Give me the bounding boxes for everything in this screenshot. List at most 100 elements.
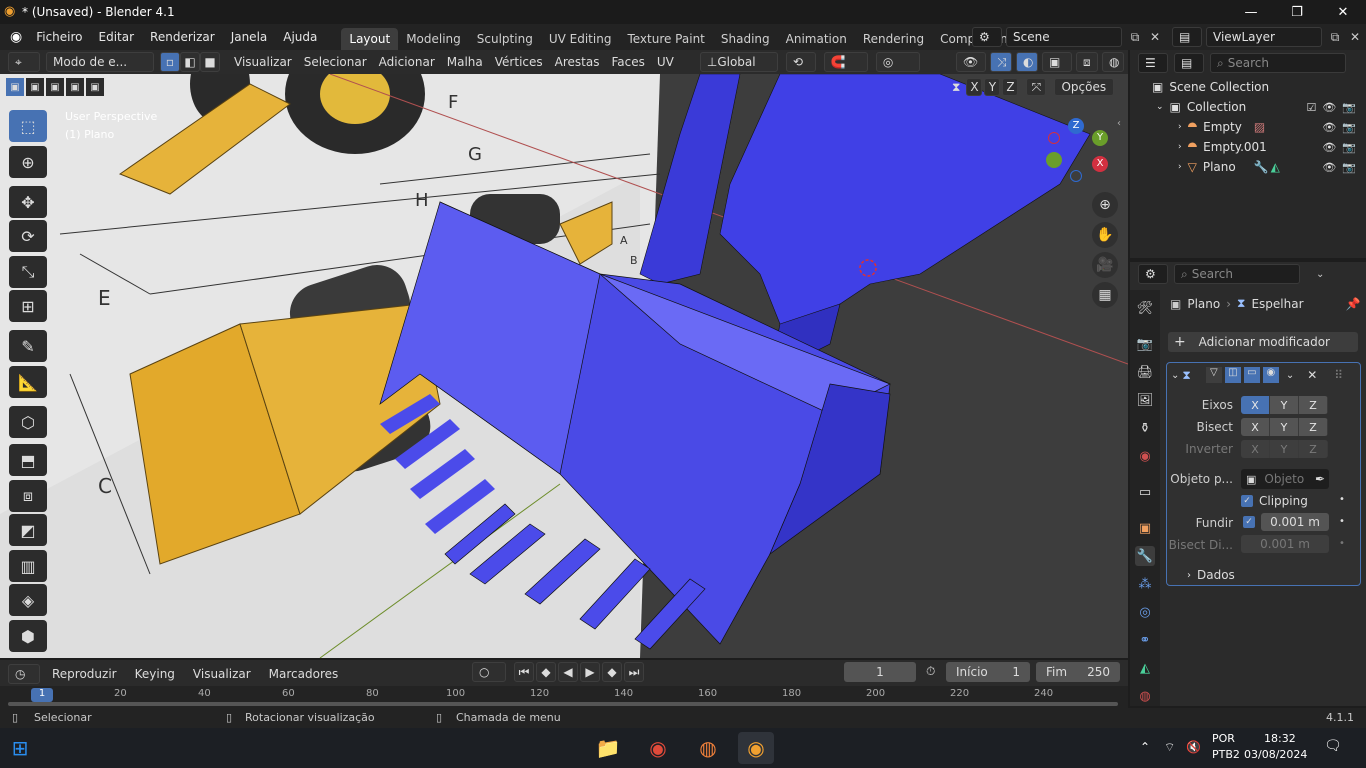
outliner-editor-icon[interactable]: ☰ — [1138, 53, 1168, 73]
prev-keyframe-icon[interactable]: ◆ — [536, 662, 556, 682]
poly-build-tool-icon[interactable]: ⬢ — [9, 620, 47, 652]
mirror-object-field[interactable]: ▣ Objeto ✒ — [1241, 469, 1329, 489]
clipping-checkbox[interactable]: ✓ — [1241, 495, 1253, 507]
render-tab-icon[interactable]: 📷 — [1135, 334, 1155, 354]
extrude-tool-icon[interactable]: ⬒ — [9, 444, 47, 476]
bisect-z-button[interactable]: Z — [1299, 418, 1328, 436]
tab-shading[interactable]: Shading — [713, 28, 778, 50]
clock-date[interactable]: 03/08/2024 — [1244, 748, 1307, 761]
constraints-tab-icon[interactable]: ⚭ — [1135, 630, 1155, 650]
gizmo-y-axis[interactable]: Y — [1092, 130, 1108, 146]
options-dropdown[interactable]: Opções — [1054, 78, 1115, 96]
3d-viewport[interactable]: F G H E C A B User Perspective (1) Plano… — [0, 74, 1128, 658]
camera-render-icon[interactable]: 📷 — [1342, 141, 1356, 154]
eye-icon[interactable]: 👁 — [1322, 161, 1336, 174]
eyedropper-icon[interactable]: ✒ — [1315, 472, 1325, 486]
view-layer-icon[interactable]: ▤ — [1172, 27, 1202, 47]
timeline-editor-icon[interactable]: ◷ — [8, 664, 40, 684]
edit-cage-icon[interactable]: ▽ — [1205, 367, 1222, 383]
menu-editar[interactable]: Editar — [91, 24, 143, 50]
menu-visualizar-timeline[interactable]: Visualizar — [187, 662, 257, 686]
annotate-tool-icon[interactable]: ✎ — [9, 330, 47, 362]
inverter-z-button[interactable]: Z — [1299, 440, 1328, 458]
menu-visualizar[interactable]: Visualizar — [228, 50, 298, 74]
clock-time[interactable]: 18:32 — [1264, 732, 1296, 745]
transform-orientation-dropdown[interactable]: ⊥ Global — [699, 52, 778, 72]
outliner-collection[interactable]: ⌄ ▣ Collection ☑ 👁 📷 — [1130, 97, 1366, 117]
camera-render-icon[interactable]: 📷 — [1342, 161, 1356, 174]
eixos-y-button[interactable]: Y — [1270, 396, 1299, 414]
tab-uv-editing[interactable]: UV Editing — [541, 28, 620, 50]
knife-tool-icon[interactable]: ◈ — [9, 584, 47, 616]
auto-merge-icon[interactable]: ⤧ — [1026, 78, 1047, 96]
proportional-edit-icon[interactable]: ◎ — [875, 52, 920, 72]
scene-tab-icon[interactable]: ⚱ — [1135, 418, 1155, 438]
mode-dropdown[interactable]: Modo de e... — [46, 52, 154, 72]
select-extend-icon[interactable]: ▣ — [26, 78, 44, 96]
checkbox-icon[interactable]: ☑ — [1306, 101, 1316, 114]
menu-faces[interactable]: Faces — [605, 50, 650, 74]
edge-select-icon[interactable]: ◧ — [180, 52, 200, 72]
mirror-x-button[interactable]: X — [966, 78, 983, 96]
loop-cut-tool-icon[interactable]: ▥ — [9, 550, 47, 582]
tab-sculpting[interactable]: Sculpting — [469, 28, 541, 50]
menu-ajuda[interactable]: Ajuda — [275, 24, 325, 50]
expand-empty-001-icon[interactable]: › — [1178, 142, 1182, 152]
cursor-tool-icon[interactable]: ⊕ — [9, 146, 47, 178]
remove-scene-icon[interactable]: ✕ — [1148, 27, 1162, 47]
remove-modifier-icon[interactable]: ✕ — [1307, 368, 1317, 382]
overlay-icon[interactable]: ◐ — [1016, 52, 1038, 72]
fundir-value-field[interactable]: 0.001 m — [1261, 513, 1329, 531]
viewport-display-icon[interactable]: ▭ — [1243, 367, 1260, 383]
visibility-icon[interactable]: 👁 — [956, 52, 986, 72]
bevel-tool-icon[interactable]: ◩ — [9, 514, 47, 546]
bisect-keyframe-icon[interactable]: • — [1339, 538, 1345, 549]
select-subtract-icon[interactable]: ▣ — [46, 78, 64, 96]
properties-options-icon[interactable]: ⌄ — [1316, 269, 1324, 280]
menu-arestas[interactable]: Arestas — [549, 50, 606, 74]
stopwatch-icon[interactable]: ⏱ — [926, 664, 935, 679]
rotate-tool-icon[interactable]: ⟳ — [9, 220, 47, 252]
menu-uv[interactable]: UV — [651, 50, 680, 74]
camera-icon[interactable]: 🎥 — [1092, 252, 1118, 278]
select-new-icon[interactable]: ▣ — [6, 78, 24, 96]
eye-icon[interactable]: 👁 — [1322, 141, 1336, 154]
select-invert-icon[interactable]: ▣ — [66, 78, 84, 96]
navigation-gizmo[interactable]: Z Y X — [1040, 118, 1116, 188]
play-icon[interactable]: ▶ — [580, 662, 600, 682]
zoom-icon[interactable]: ⊕ — [1092, 192, 1118, 218]
material-tab-icon[interactable]: ◍ — [1135, 686, 1155, 706]
play-reverse-icon[interactable]: ◀ — [558, 662, 578, 682]
view-layer-field[interactable]: ViewLayer — [1206, 27, 1322, 47]
bisect-y-button[interactable]: Y — [1270, 418, 1299, 436]
gizmo-x-axis[interactable]: X — [1092, 156, 1108, 172]
menu-ficheiro[interactable]: Ficheiro — [28, 24, 90, 50]
properties-editor-icon[interactable]: ⚙ — [1138, 264, 1168, 284]
tab-modeling[interactable]: Modeling — [398, 28, 469, 50]
snap-icon[interactable]: 🧲 — [823, 52, 868, 72]
chrome-icon[interactable]: ◉ — [640, 732, 676, 764]
mesh-overlay-icon[interactable]: ▣ — [1042, 52, 1072, 72]
gizmo-icon[interactable]: ⤨ — [990, 52, 1012, 72]
data-tab-icon[interactable]: ◭ — [1135, 658, 1155, 678]
inset-tool-icon[interactable]: ⧈ — [9, 480, 47, 512]
menu-malha[interactable]: Malha — [441, 50, 489, 74]
add-cube-tool-icon[interactable]: ⬡ — [9, 406, 47, 438]
edit-mode-icon[interactable]: ◫ — [1224, 367, 1241, 383]
vertex-select-icon[interactable]: ▫ — [160, 52, 180, 72]
render-display-icon[interactable]: ◉ — [1262, 367, 1279, 383]
menu-renderizar[interactable]: Renderizar — [142, 24, 223, 50]
perspective-grid-icon[interactable]: ▦ — [1092, 282, 1118, 308]
mirror-y-button[interactable]: Y — [984, 78, 1001, 96]
bisect-distance-field[interactable]: 0.001 m — [1241, 535, 1329, 553]
expand-collection-icon[interactable]: ⌄ — [1156, 102, 1164, 112]
add-modifier-button[interactable]: + Adicionar modificador — [1168, 332, 1358, 352]
camera-render-icon[interactable]: 📷 — [1342, 101, 1356, 114]
tray-chevron-icon[interactable]: ⌃ — [1140, 740, 1150, 754]
tab-animation[interactable]: Animation — [778, 28, 855, 50]
expand-plano-icon[interactable]: › — [1178, 162, 1182, 172]
dados-subpanel[interactable]: › Dados — [1187, 568, 1235, 582]
remove-view-layer-icon[interactable]: ✕ — [1348, 27, 1362, 47]
menu-selecionar[interactable]: Selecionar — [298, 50, 373, 74]
menu-reproduzir[interactable]: Reproduzir — [46, 662, 123, 686]
